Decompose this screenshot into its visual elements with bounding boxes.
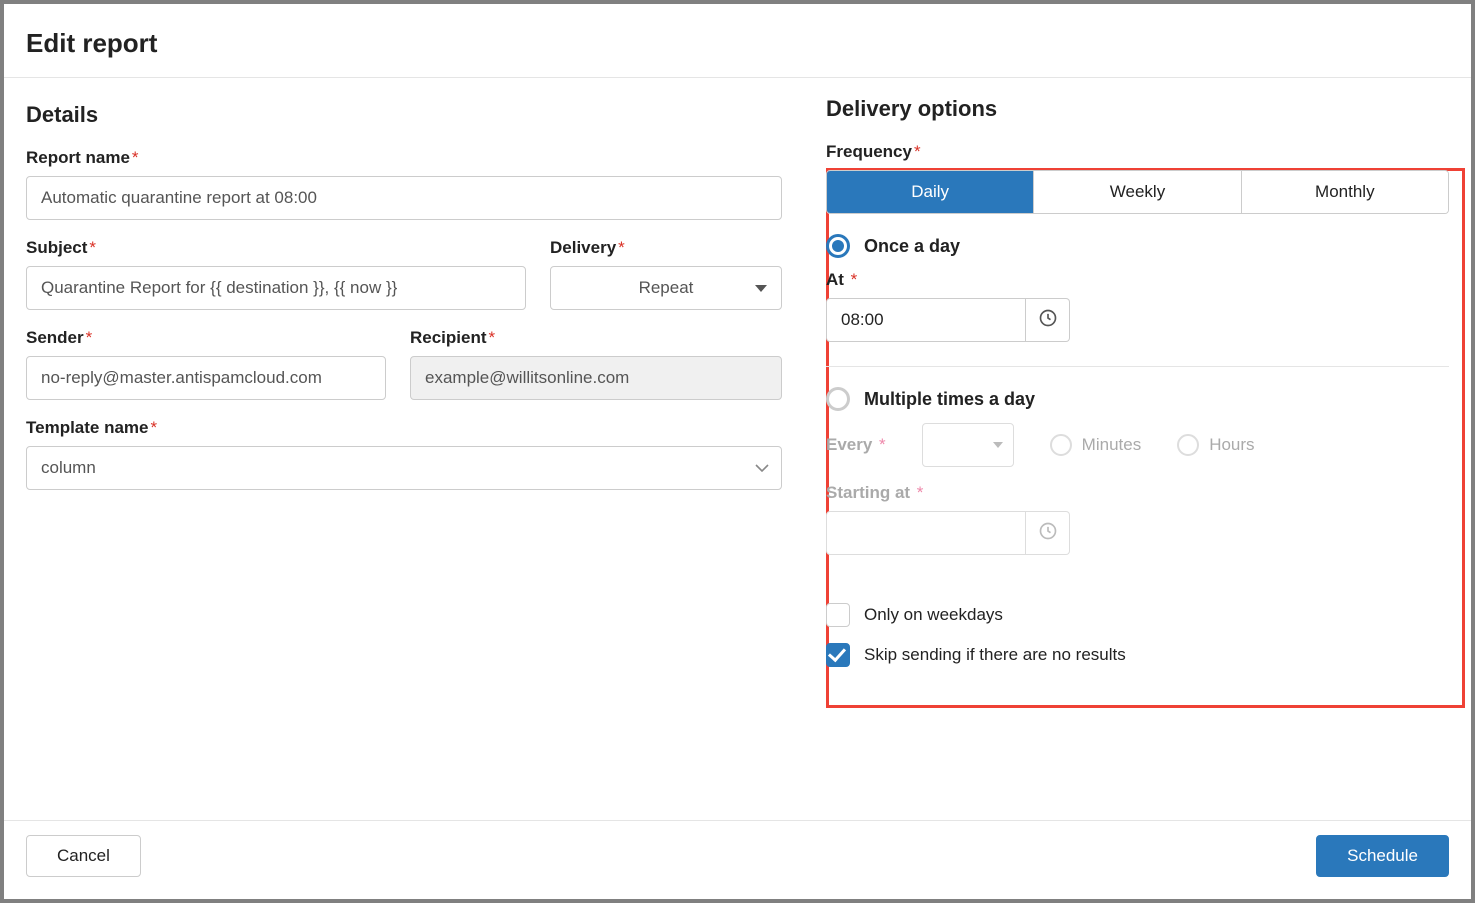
triangle-down-icon <box>993 442 1003 448</box>
template-select[interactable]: column <box>26 446 782 490</box>
starting-at-picker-button <box>1026 511 1070 555</box>
at-group: At * <box>826 270 1449 342</box>
once-a-day-radio[interactable] <box>826 234 850 258</box>
at-label-text: At <box>826 270 844 289</box>
template-select-value: column <box>41 458 96 478</box>
delivery-options-title: Delivery options <box>826 96 1449 122</box>
frequency-monthly-button[interactable]: Monthly <box>1242 171 1448 213</box>
delivery-select-value: Repeat <box>639 278 694 298</box>
starting-at-input-wrap <box>826 511 1449 555</box>
skip-sending-checkbox[interactable] <box>826 643 850 667</box>
template-label: Template name* <box>26 418 782 438</box>
clock-icon <box>1038 308 1058 333</box>
only-weekdays-row[interactable]: Only on weekdays <box>826 603 1449 627</box>
report-name-label-text: Report name <box>26 148 130 167</box>
at-time-input-wrap <box>826 298 1449 342</box>
details-column: Details Report name* Subject* Delivery* <box>4 78 804 820</box>
edit-report-modal: Edit report Details Report name* Subject… <box>4 4 1471 899</box>
at-time-input[interactable] <box>826 298 1026 342</box>
template-label-text: Template name <box>26 418 149 437</box>
triangle-down-icon <box>755 285 767 292</box>
recipient-label-text: Recipient <box>410 328 487 347</box>
minutes-label: Minutes <box>1082 435 1142 455</box>
sender-block: Sender* <box>26 328 386 400</box>
multiple-times-radio[interactable] <box>826 387 850 411</box>
delivery-options-column: Delivery options Frequency* Daily Weekly… <box>804 78 1471 820</box>
starting-at-label: Starting at * <box>826 483 1449 503</box>
only-weekdays-checkbox[interactable] <box>826 603 850 627</box>
subject-block: Subject* <box>26 238 526 310</box>
modal-header: Edit report <box>4 4 1471 78</box>
recipient-block: Recipient* <box>410 328 782 400</box>
chevron-down-icon <box>755 464 769 472</box>
clock-icon <box>1038 521 1058 546</box>
required-asterisk: * <box>914 142 921 161</box>
every-label: Every * <box>826 435 886 455</box>
minutes-radio[interactable] <box>1050 434 1072 456</box>
at-time-picker-button[interactable] <box>1026 298 1070 342</box>
multiple-times-label: Multiple times a day <box>864 389 1035 410</box>
every-label-text: Every <box>826 435 872 454</box>
skip-sending-row[interactable]: Skip sending if there are no results <box>826 643 1449 667</box>
every-select[interactable] <box>922 423 1014 467</box>
required-asterisk: * <box>912 483 923 502</box>
required-asterisk: * <box>489 328 496 347</box>
frequency-label: Frequency* <box>826 142 1449 162</box>
subject-label: Subject* <box>26 238 526 258</box>
once-a-day-radio-row[interactable]: Once a day <box>826 234 1449 258</box>
cancel-button[interactable]: Cancel <box>26 835 141 877</box>
at-label: At * <box>826 270 1449 290</box>
delivery-select[interactable]: Repeat <box>550 266 782 310</box>
every-row: Every * Minutes Hours <box>826 423 1449 467</box>
hours-radio[interactable] <box>1177 434 1199 456</box>
hours-label: Hours <box>1209 435 1254 455</box>
frequency-daily-button[interactable]: Daily <box>827 171 1034 213</box>
minutes-option[interactable]: Minutes <box>1050 434 1142 456</box>
frequency-segmented: Daily Weekly Monthly <box>826 170 1449 214</box>
report-name-block: Report name* <box>26 148 782 220</box>
starting-at-label-text: Starting at <box>826 483 910 502</box>
frequency-weekly-button[interactable]: Weekly <box>1034 171 1241 213</box>
only-weekdays-label: Only on weekdays <box>864 605 1003 625</box>
sender-input[interactable] <box>26 356 386 400</box>
required-asterisk: * <box>86 328 93 347</box>
required-asterisk: * <box>618 238 625 257</box>
subject-input[interactable] <box>26 266 526 310</box>
required-asterisk: * <box>89 238 96 257</box>
skip-sending-label: Skip sending if there are no results <box>864 645 1126 665</box>
delivery-block: Delivery* Repeat <box>550 238 782 310</box>
frequency-label-text: Frequency <box>826 142 912 161</box>
required-asterisk: * <box>846 270 857 289</box>
modal-title: Edit report <box>26 28 1449 59</box>
multiple-times-radio-row[interactable]: Multiple times a day <box>826 387 1449 411</box>
recipient-label: Recipient* <box>410 328 782 348</box>
required-asterisk: * <box>874 435 885 454</box>
recipient-input <box>410 356 782 400</box>
template-block: Template name* column <box>26 418 782 490</box>
divider <box>826 366 1449 367</box>
hours-option[interactable]: Hours <box>1177 434 1254 456</box>
starting-at-input <box>826 511 1026 555</box>
sender-label: Sender* <box>26 328 386 348</box>
details-title: Details <box>26 102 782 128</box>
delivery-label-text: Delivery <box>550 238 616 257</box>
schedule-button[interactable]: Schedule <box>1316 835 1449 877</box>
subject-label-text: Subject <box>26 238 87 257</box>
required-asterisk: * <box>132 148 139 167</box>
modal-footer: Cancel Schedule <box>4 820 1471 899</box>
delivery-label: Delivery* <box>550 238 782 258</box>
required-asterisk: * <box>151 418 158 437</box>
report-name-label: Report name* <box>26 148 782 168</box>
starting-at-group: Starting at * <box>826 483 1449 555</box>
modal-body: Details Report name* Subject* Delivery* <box>4 78 1471 820</box>
once-a-day-label: Once a day <box>864 236 960 257</box>
sender-label-text: Sender <box>26 328 84 347</box>
report-name-input[interactable] <box>26 176 782 220</box>
